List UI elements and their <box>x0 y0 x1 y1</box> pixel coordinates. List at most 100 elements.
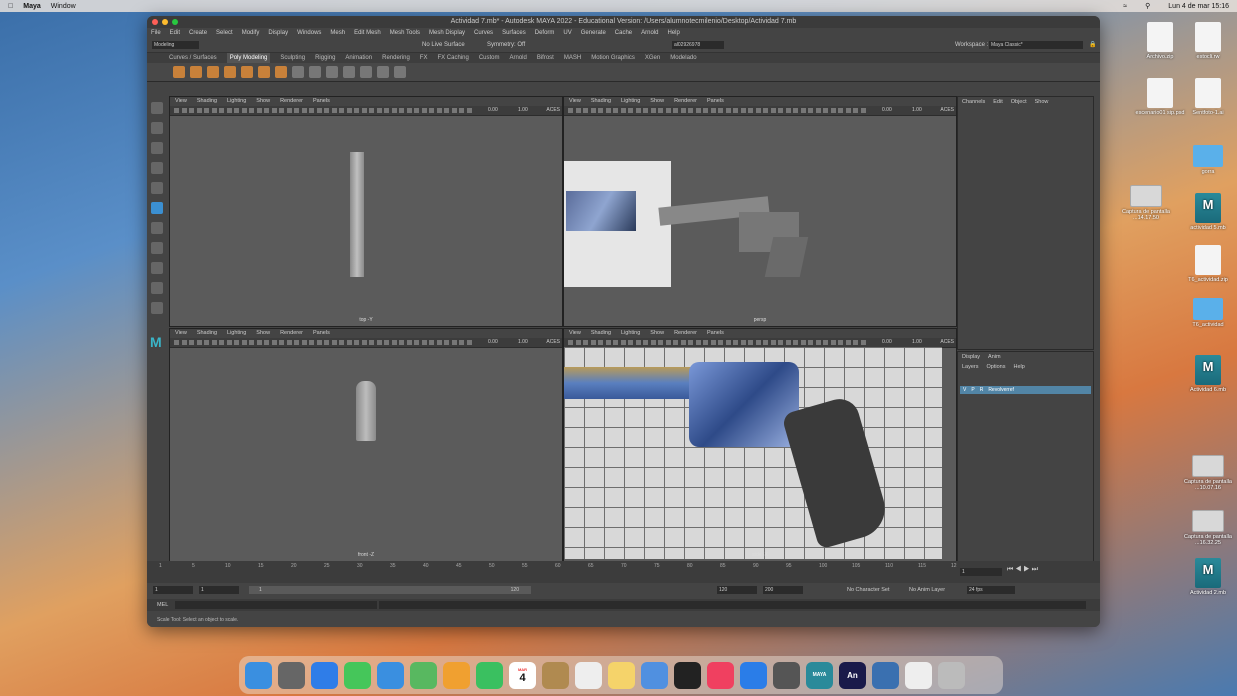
viewport-toolbar-icon[interactable] <box>718 108 723 113</box>
viewport-toolbar-icon[interactable] <box>733 340 738 345</box>
viewport-toolbar-icon[interactable] <box>399 340 404 345</box>
viewport-top[interactable]: View Shading Lighting Show Renderer Panels 0.… <box>169 96 563 327</box>
shelf-tool-icon[interactable] <box>309 66 321 78</box>
dock-app-icon[interactable] <box>410 661 437 689</box>
viewport-toolbar-icon[interactable] <box>384 108 389 113</box>
main-menu-item[interactable]: Select <box>216 28 233 38</box>
current-frame-field[interactable]: 1 <box>960 568 1002 576</box>
dock-app-icon[interactable] <box>443 661 470 689</box>
desktop-file-icon[interactable]: T6_actividad <box>1178 298 1237 328</box>
desktop-file-icon[interactable]: M Actividad 6.mb <box>1178 355 1237 393</box>
viewport-toolbar-icon[interactable] <box>354 340 359 345</box>
viewport-toolbar-icon[interactable] <box>635 108 641 113</box>
viewport-toolbar-icon[interactable] <box>860 340 866 345</box>
main-menu-item[interactable]: Cache <box>615 28 632 38</box>
channel-box-tab[interactable]: Show <box>1035 97 1049 107</box>
layer-playback-toggle[interactable]: P <box>971 386 974 394</box>
layer-visibility-toggle[interactable]: V <box>963 386 966 394</box>
channel-box-tab[interactable]: Edit <box>993 97 1002 107</box>
four-view-layout-icon[interactable] <box>151 262 163 274</box>
viewport-toolbar-icon[interactable] <box>271 108 277 113</box>
viewport-toolbar-icon[interactable] <box>575 108 581 113</box>
mel-input[interactable] <box>175 601 377 609</box>
viewport-persp[interactable]: View Shading Lighting Show Renderer Panels 0.… <box>563 96 957 327</box>
viewport-toolbar-icon[interactable] <box>324 340 329 345</box>
desktop-file-icon[interactable]: gorra <box>1178 145 1237 175</box>
shelf-tab[interactable]: Poly Modeling <box>226 53 271 63</box>
viewport-toolbar-icon[interactable] <box>718 340 723 345</box>
viewport-toolbar-icon[interactable] <box>181 340 187 345</box>
dock-app-icon[interactable]: An <box>839 661 866 689</box>
viewport-toolbar-icon[interactable] <box>763 340 768 345</box>
mel-label[interactable]: MEL <box>157 602 168 608</box>
viewport-toolbar-icon[interactable] <box>800 340 806 345</box>
viewport-toolbar-icon[interactable] <box>279 340 284 345</box>
viewport-toolbar-icon[interactable] <box>823 340 828 345</box>
menu-set-select[interactable]: Modeling <box>152 41 199 49</box>
viewport-toolbar-icon[interactable] <box>733 108 738 113</box>
viewport-toolbar-icon[interactable] <box>703 108 708 113</box>
viewport-toolbar-icon[interactable] <box>286 108 292 113</box>
layer-name[interactable]: Revolverref <box>988 386 1014 394</box>
viewport-toolbar-icon[interactable] <box>650 108 656 113</box>
viewport-toolbar-icon[interactable] <box>740 340 746 345</box>
main-menu-item[interactable]: Generate <box>581 28 606 38</box>
dock-app-icon[interactable] <box>773 661 800 689</box>
two-view-layout-icon[interactable] <box>151 282 163 294</box>
desktop-file-icon[interactable]: M Actividad 2.mb <box>1178 558 1237 596</box>
viewport-toolbar-icon[interactable] <box>688 340 693 345</box>
viewport-toolbar-icon[interactable] <box>264 340 269 345</box>
viewport-toolbar-icon[interactable] <box>688 108 693 113</box>
viewport-toolbar-icon[interactable] <box>785 108 791 113</box>
viewport-toolbar-icon[interactable] <box>628 340 633 345</box>
viewport-toolbar-icon[interactable] <box>294 108 299 113</box>
viewport-toolbar-icon[interactable] <box>256 340 262 345</box>
range-slider[interactable]: 1 120 <box>249 586 531 594</box>
viewport-toolbar-icon[interactable] <box>331 108 337 113</box>
viewport-toolbar-icon[interactable] <box>234 108 239 113</box>
viewport-toolbar-icon[interactable] <box>740 108 746 113</box>
viewport-menu-item[interactable]: View <box>175 97 187 106</box>
viewport-toolbar-icon[interactable] <box>800 108 806 113</box>
paint-select-tool-icon[interactable] <box>151 142 163 154</box>
shelf-tab[interactable]: Rendering <box>382 53 410 63</box>
viewport-toolbar-icon[interactable] <box>748 108 753 113</box>
viewport-toolbar-icon[interactable] <box>575 340 581 345</box>
viewport-toolbar-icon[interactable] <box>763 108 768 113</box>
viewport-toolbar-icon[interactable] <box>808 340 813 345</box>
playback-end-field[interactable]: 120 <box>717 586 757 594</box>
viewport-toolbar-icon[interactable] <box>391 340 397 345</box>
dock-app-icon[interactable] <box>278 661 305 689</box>
viewport-toolbar-icon[interactable] <box>643 108 648 113</box>
channel-box-tab[interactable]: Channels <box>962 97 985 107</box>
viewport-toolbar-icon[interactable] <box>590 340 596 345</box>
viewport-menu-item[interactable]: Lighting <box>227 329 246 338</box>
viewport-toolbar-icon[interactable] <box>583 340 588 345</box>
viewport-toolbar-icon[interactable] <box>406 340 412 345</box>
dock-app-icon[interactable] <box>938 661 965 689</box>
dock-app-icon[interactable] <box>245 661 272 689</box>
desktop-file-icon[interactable]: Captura de pantalla ...16.32.25 <box>1178 510 1237 546</box>
viewport-toolbar-icon[interactable] <box>598 340 603 345</box>
viewport-toolbar-icon[interactable] <box>189 340 194 345</box>
viewport-menu-item[interactable]: Renderer <box>674 329 697 338</box>
viewport-toolbar-icon[interactable] <box>346 340 352 345</box>
scale-tool-icon[interactable] <box>151 202 163 214</box>
shelf-tab[interactable]: FX <box>420 53 428 63</box>
viewport-toolbar-icon[interactable] <box>808 108 813 113</box>
gamma-field[interactable]: 1.00 <box>518 106 528 115</box>
viewport-toolbar-icon[interactable] <box>324 108 329 113</box>
viewport-menu-item[interactable]: Renderer <box>280 97 303 106</box>
viewport-toolbar-icon[interactable] <box>174 108 179 113</box>
desktop-file-icon[interactable]: T6_actividad.zip <box>1178 245 1237 283</box>
viewport-menu-item[interactable]: View <box>175 329 187 338</box>
shelf-tool-icon[interactable] <box>275 66 287 78</box>
desktop-file-icon[interactable]: Mactividad 5.mb <box>1178 193 1237 231</box>
exposure-field[interactable]: 0.00 <box>488 338 498 347</box>
viewport-toolbar-icon[interactable] <box>710 108 716 113</box>
shelf-tab[interactable]: Motion Graphics <box>591 53 635 63</box>
main-menu-item[interactable]: Edit Mesh <box>354 28 381 38</box>
user-account-field[interactable]: al02926978 <box>672 41 724 49</box>
shelf-tool-icon[interactable] <box>343 66 355 78</box>
apple-icon[interactable]:  <box>8 3 13 10</box>
